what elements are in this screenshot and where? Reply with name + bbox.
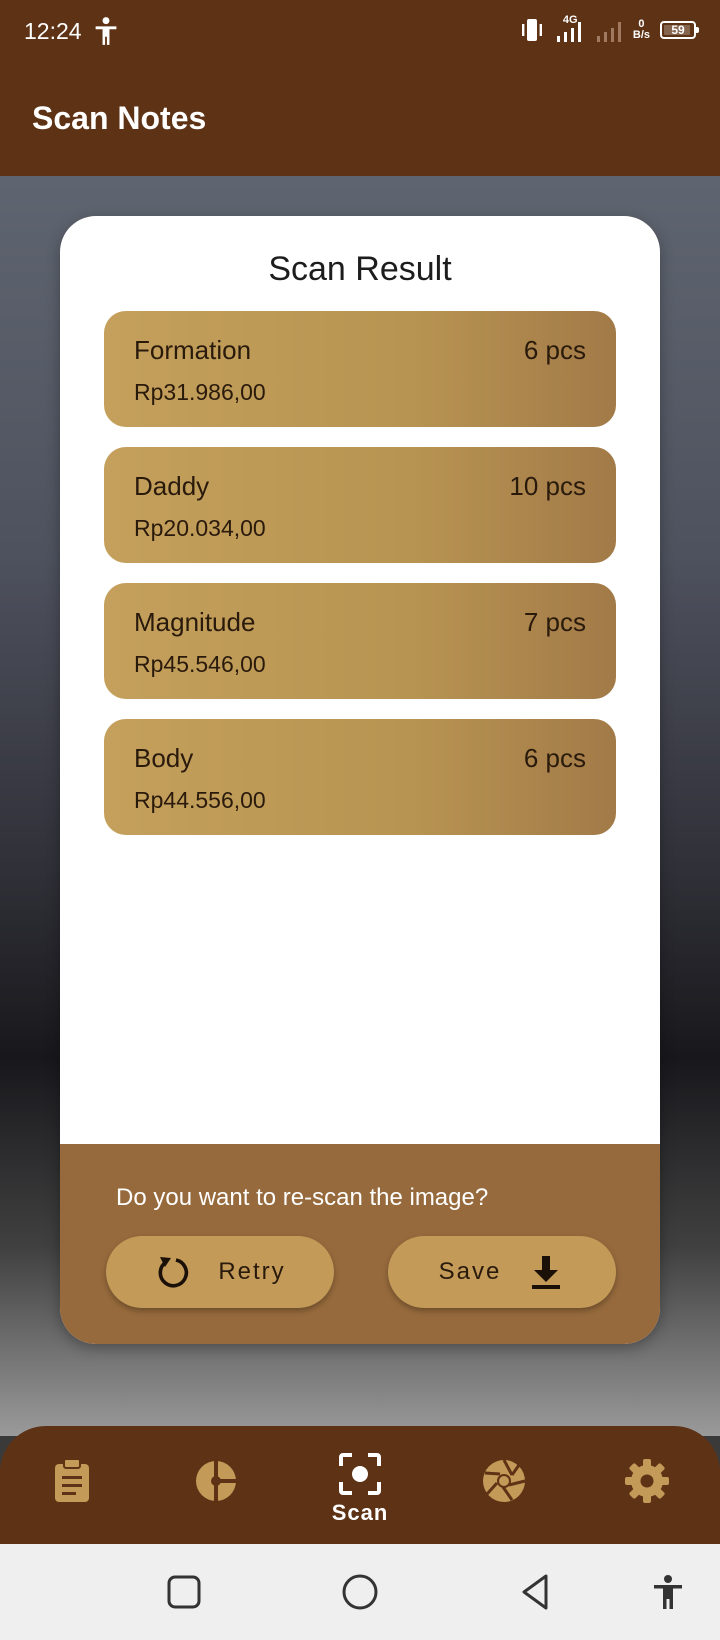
signal-4g-icon: 4G	[555, 14, 585, 44]
item-name: Daddy	[134, 471, 210, 501]
item-price: Rp31.986,00	[134, 379, 266, 405]
status-bar: 12:24 4G 0 B/s 59	[0, 0, 720, 62]
item-quantity: 6 pcs	[523, 335, 586, 365]
nav-scan-label: Scan	[331, 1500, 389, 1525]
back-button[interactable]	[516, 1572, 556, 1612]
result-item[interactable]: Daddy 10 pcs Rp20.034,00	[104, 447, 616, 563]
item-price: Rp44.556,00	[134, 787, 266, 813]
chart-icon[interactable]	[191, 1456, 241, 1506]
item-price: Rp20.034,00	[134, 515, 266, 541]
battery-level: 59	[671, 23, 685, 37]
status-indicators: 4G 0 B/s 59	[519, 14, 699, 44]
net-speed: 0 B/s	[633, 19, 650, 41]
item-name: Magnitude	[134, 607, 256, 637]
item-name: Formation	[134, 335, 252, 365]
aperture-icon[interactable]	[479, 1456, 529, 1506]
item-name: Body	[134, 743, 194, 773]
nav-scan[interactable]: Scan	[322, 1452, 398, 1526]
accessibility-button[interactable]	[648, 1572, 688, 1612]
item-quantity: 7 pcs	[523, 607, 586, 637]
result-item[interactable]: Body 6 pcs Rp44.556,00	[104, 719, 616, 835]
save-button[interactable]: Save	[388, 1236, 616, 1308]
app-title: Scan Notes	[32, 100, 207, 136]
clipboard-icon[interactable]	[47, 1456, 97, 1506]
battery-icon: 59	[660, 21, 699, 39]
rescan-footer: Do you want to re-scan the image? Retry …	[60, 1144, 660, 1344]
refresh-icon	[158, 1257, 189, 1288]
retry-button[interactable]: Retry	[106, 1236, 334, 1308]
vibrate-icon	[521, 19, 542, 41]
system-navigation-bar	[0, 1544, 720, 1640]
net-speed-unit: B/s	[632, 29, 650, 41]
app-bar: Scan Notes	[0, 62, 720, 176]
home-button[interactable]	[340, 1572, 380, 1612]
rescan-question: Do you want to re-scan the image?	[116, 1184, 489, 1211]
result-item[interactable]: Magnitude 7 pcs Rp45.546,00	[104, 583, 616, 699]
scan-result-card: Scan Result Formation 6 pcs Rp31.986,00 …	[60, 216, 660, 1344]
bottom-navigation: Scan	[0, 1426, 720, 1544]
recents-button[interactable]	[164, 1572, 204, 1612]
card-title: Scan Result	[268, 250, 452, 288]
save-label: Save	[438, 1258, 502, 1285]
item-quantity: 6 pcs	[523, 743, 586, 773]
scan-icon	[339, 1453, 381, 1495]
retry-label: Retry	[218, 1258, 286, 1285]
result-item[interactable]: Formation 6 pcs Rp31.986,00	[104, 311, 616, 427]
accessibility-status-icon	[95, 17, 117, 45]
status-time: 12:24	[24, 18, 82, 44]
download-icon	[532, 1256, 561, 1289]
item-price: Rp45.546,00	[134, 651, 266, 677]
gear-icon[interactable]	[622, 1456, 672, 1506]
signal-weak-icon	[596, 22, 621, 42]
item-quantity: 10 pcs	[509, 471, 586, 501]
